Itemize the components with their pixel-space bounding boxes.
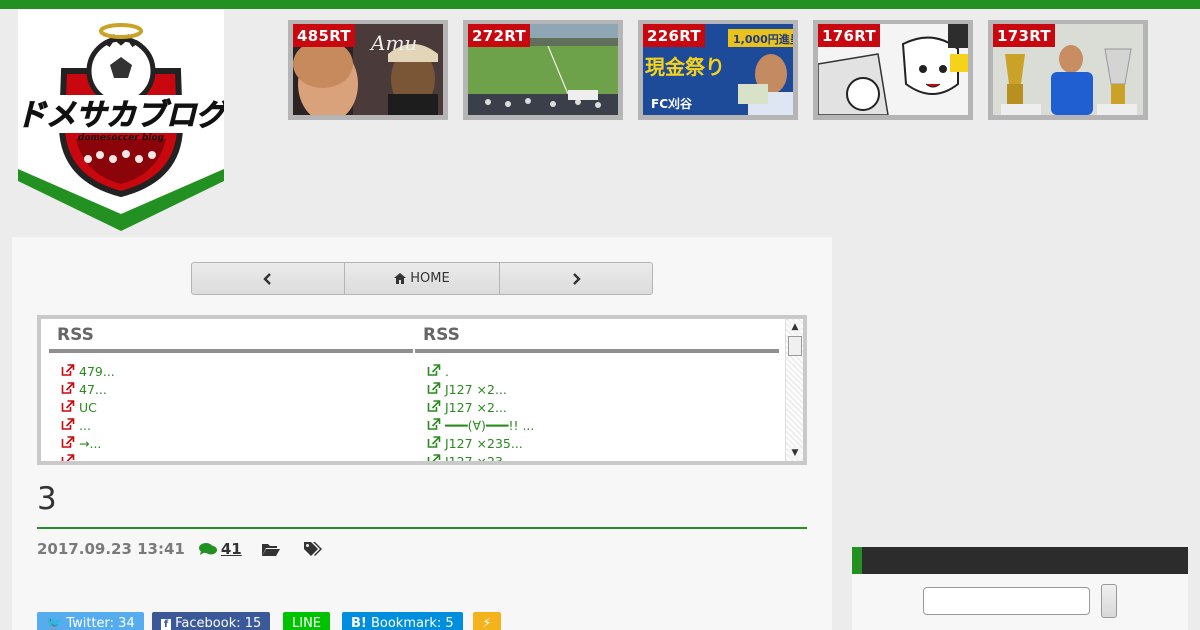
article-pager: HOME <box>191 262 653 295</box>
rss-item-text[interactable]: 47... <box>79 382 107 397</box>
rss-item[interactable]: ━━━(∀)━━━!! ... <box>427 417 779 435</box>
rss-item-text[interactable]: J127 ×2... <box>445 400 507 415</box>
rss-item[interactable]: . <box>427 363 779 381</box>
scroll-up-arrow-icon[interactable]: ▲ <box>789 321 801 333</box>
sidebar-widget-header <box>852 547 1188 574</box>
rss-item[interactable]: ... <box>61 417 413 435</box>
thumb-caption: 1,000円進呈 <box>733 32 793 46</box>
lightning-icon: ⚡ <box>482 616 492 630</box>
site-logo[interactable]: ドメサカブログ domesoccer blog <box>18 9 224 233</box>
ranking-item[interactable]: 173RT <box>988 20 1148 120</box>
rss-column-right: RSS . J127 ×2... J127 ×2... ━━━(∀)━━━!! ...… <box>415 319 779 461</box>
rt-count-badge: 176RT <box>818 24 880 47</box>
line-share-label: LINE <box>292 616 322 630</box>
rss-item-text[interactable]: ━━━(∀)━━━!! ... <box>445 418 534 433</box>
external-link-icon <box>61 400 75 412</box>
rss-item-text[interactable]: J127 ×23... <box>445 454 515 461</box>
rt-count-badge: 173RT <box>993 24 1055 47</box>
rss-column-left: RSS 479... 47... UC... →... <box>49 319 413 461</box>
rss-item-text[interactable]: J127 ×2... <box>445 382 507 397</box>
thumb-caption: FC刈谷 <box>651 96 693 111</box>
scroll-down-arrow-icon[interactable]: ▼ <box>789 447 801 459</box>
logo-title-text: ドメサカブログ <box>18 98 224 133</box>
rss-item[interactable] <box>61 453 413 461</box>
rss-heading: RSS <box>423 325 460 345</box>
chevron-right-icon <box>573 272 581 285</box>
search-input[interactable] <box>923 587 1090 615</box>
home-button[interactable]: HOME <box>343 263 500 294</box>
twitter-share-button[interactable]: 🐦 Twitter: 34 <box>37 612 144 630</box>
rss-feed-box: RSS 479... 47... UC... →... RSS . J127 ×2...… <box>37 315 807 465</box>
home-icon <box>394 273 407 284</box>
prev-article-button[interactable] <box>192 263 344 294</box>
ranking-item[interactable]: 272RT <box>463 20 623 120</box>
search-button[interactable] <box>1101 584 1117 618</box>
external-link-icon <box>61 364 75 376</box>
post-datetime: 2017.09.23 13:41 <box>37 540 185 558</box>
rss-item-text[interactable]: J127 ×235... <box>445 436 523 451</box>
next-article-button[interactable] <box>499 263 652 294</box>
external-link-icon <box>61 418 75 430</box>
twitter-share-label: Twitter: 34 <box>66 616 135 630</box>
external-link-icon <box>61 454 75 461</box>
rss-item[interactable]: →... <box>61 435 413 453</box>
external-link-icon <box>427 436 441 448</box>
rt-count-badge: 272RT <box>468 24 530 47</box>
rss-item[interactable]: J127 ×23... <box>427 453 779 461</box>
top-accent-bar <box>0 0 1200 9</box>
external-link-icon <box>427 364 441 376</box>
rss-item[interactable]: J127 ×2... <box>427 381 779 399</box>
hatena-bookmark-label: Bookmark: 5 <box>370 616 454 630</box>
rss-item-text[interactable]: UC <box>79 400 97 415</box>
comment-count[interactable]: 41 <box>221 540 242 558</box>
rss-item-text[interactable]: →... <box>79 436 101 451</box>
article-title: 3 <box>37 481 57 517</box>
ranking-item[interactable]: Amu 485RT <box>288 20 448 120</box>
sidebar-search-widget <box>852 574 1188 630</box>
thumb-caption: Amu <box>369 31 417 55</box>
rss-item[interactable]: 479... <box>61 363 413 381</box>
scrollbar-thumb[interactable] <box>788 336 802 356</box>
external-link-icon <box>427 418 441 430</box>
hatena-bookmark-button[interactable]: B! Bookmark: 5 <box>342 612 463 630</box>
comment-link[interactable]: 41 <box>198 540 242 558</box>
hatena-icon: B! <box>351 616 367 630</box>
rss-item-text[interactable]: 479... <box>79 364 115 379</box>
tags-icon[interactable] <box>303 542 322 556</box>
facebook-icon: f <box>161 619 171 630</box>
ranking-item[interactable]: 176RT <box>813 20 973 120</box>
external-link-icon <box>427 454 441 461</box>
article-panel: HOME RSS 479... 47... UC... →... RSS . J127 … <box>12 237 832 630</box>
facebook-share-label: Facebook: 15 <box>175 616 262 630</box>
twitter-icon: 🐦 <box>46 616 63 630</box>
external-link-icon <box>61 382 75 394</box>
external-link-icon <box>427 400 441 412</box>
home-label: HOME <box>410 271 450 286</box>
external-link-icon <box>427 382 441 394</box>
article-meta: 2017.09.23 13:41 41 <box>37 540 322 558</box>
rt-count-badge: 485RT <box>293 24 355 47</box>
logo-subtitle-text: domesoccer blog <box>78 133 165 143</box>
rss-item-text[interactable]: ... <box>79 418 91 433</box>
rss-item[interactable]: J127 ×235... <box>427 435 779 453</box>
rt-count-badge: 226RT <box>643 24 705 47</box>
line-share-button[interactable]: LINE <box>283 612 331 630</box>
rss-item[interactable]: UC <box>61 399 413 417</box>
thumb-caption: 現金祭り <box>645 55 725 79</box>
rss-item-text[interactable]: . <box>445 364 449 379</box>
rss-heading: RSS <box>57 325 94 345</box>
comments-icon <box>198 543 217 555</box>
external-link-icon <box>61 436 75 448</box>
folder-open-icon[interactable] <box>261 542 280 556</box>
rss-item[interactable]: J127 ×2... <box>427 399 779 417</box>
rss-scrollbar[interactable]: ▲ ▼ <box>785 319 803 461</box>
chevron-left-icon <box>263 272 271 285</box>
rss-item[interactable]: 47... <box>61 381 413 399</box>
pocket-share-button[interactable]: ⚡ <box>473 612 501 630</box>
ranking-item[interactable]: 1,000円進呈 現金祭り FC刈谷 226RT <box>638 20 798 120</box>
facebook-share-button[interactable]: f Facebook: 15 <box>152 612 271 630</box>
title-divider <box>37 527 807 529</box>
